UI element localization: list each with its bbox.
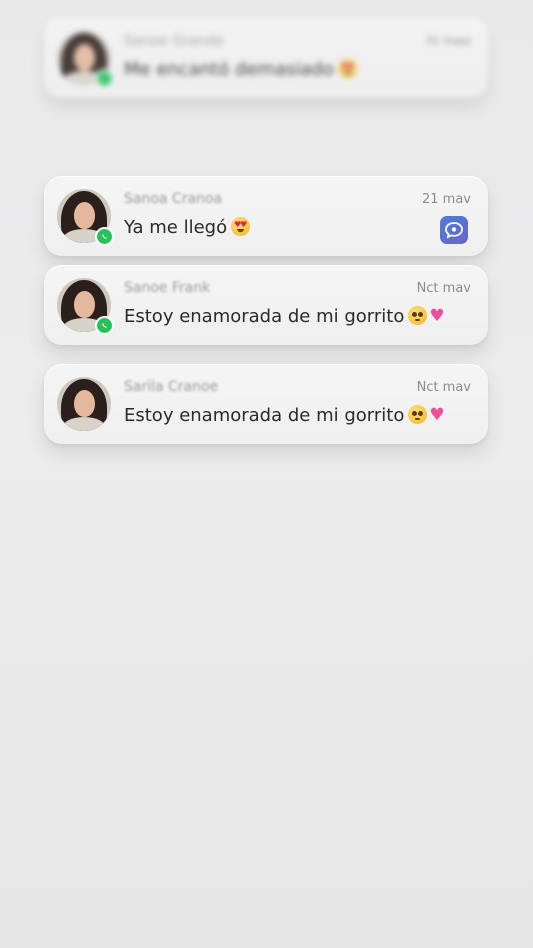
timestamp: Nct mav	[416, 380, 471, 395]
notification-card[interactable]: Sanoa Cranoa 21 mav Ya me llegó ♥ ♥	[44, 176, 488, 256]
notification-card[interactable]: Sanoe Granda hl mav Me encantó demasiado…	[44, 18, 488, 98]
avatar	[57, 377, 111, 431]
avatar	[57, 278, 114, 335]
message-text: Me encantó demasiado ♥ ♥	[124, 59, 357, 80]
timestamp: 21 mav	[422, 192, 471, 207]
heart-eyes-emoji: ♥ ♥	[337, 59, 357, 78]
sender-name: Sarila Cranoe	[124, 379, 219, 395]
whatsapp-icon	[95, 227, 114, 246]
timestamp: Nct mav	[416, 281, 471, 296]
whatsapp-icon	[95, 316, 114, 335]
messaging-app-icon[interactable]	[440, 216, 468, 244]
heart-eyes-emoji: ♥ ♥	[231, 217, 251, 236]
avatar	[57, 31, 114, 88]
message-text: Estoy enamorada de mi gorrito ♥	[124, 306, 445, 327]
two-hearts-emoji: ♥	[429, 306, 445, 326]
two-hearts-emoji: ♥	[429, 405, 445, 425]
profile-photo	[57, 377, 111, 431]
sender-name: Sanoe Frank	[124, 280, 211, 296]
sender-name: Sanoa Cranoa	[124, 191, 223, 207]
sender-name: Sanoe Granda	[124, 33, 224, 49]
notification-card[interactable]: Sanoe Frank Nct mav Estoy enamorada de m…	[44, 265, 488, 345]
message-text: Ya me llegó ♥ ♥	[124, 217, 251, 238]
message-body: Estoy enamorada de mi gorrito	[124, 306, 405, 327]
avatar	[57, 189, 114, 246]
message-text: Estoy enamorada de mi gorrito ♥	[124, 405, 445, 426]
pleading-face-emoji	[408, 306, 428, 325]
notification-card[interactable]: Sarila Cranoe Nct mav Estoy enamorada de…	[44, 364, 488, 444]
timestamp: hl mav	[426, 34, 471, 49]
message-body: Me encantó demasiado	[124, 59, 334, 80]
whatsapp-icon	[95, 69, 114, 88]
message-body: Estoy enamorada de mi gorrito	[124, 405, 405, 426]
message-body: Ya me llegó	[124, 217, 228, 238]
pleading-face-emoji	[408, 405, 428, 424]
